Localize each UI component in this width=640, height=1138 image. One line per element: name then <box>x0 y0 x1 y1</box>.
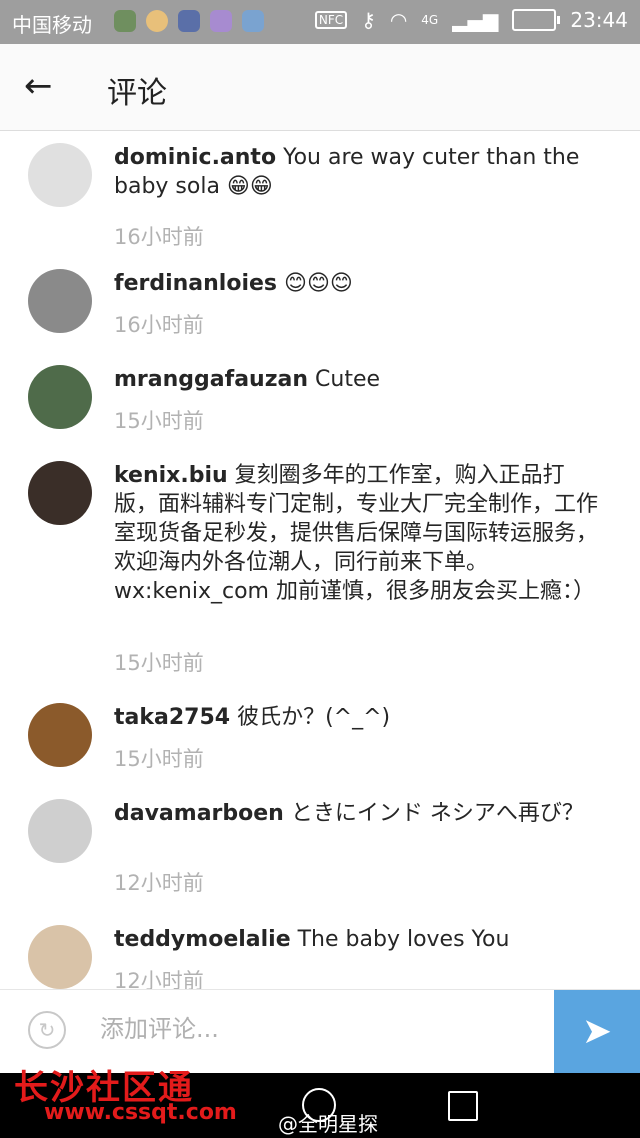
comment-body: 😊😊😊 <box>277 271 353 296</box>
comment-time: 15小时前 <box>114 651 204 675</box>
send-button[interactable]: ➤ <box>554 990 640 1074</box>
avatar[interactable] <box>28 269 92 333</box>
comment-time: 16小时前 <box>114 313 204 337</box>
network-type: 4G <box>421 13 439 27</box>
facebook-icon <box>178 10 200 32</box>
notification-icons <box>114 10 264 32</box>
avatar[interactable] <box>28 703 92 767</box>
comment-body: 彼氏か？(^_^) <box>230 705 391 730</box>
comment-username[interactable]: mranggafauzan <box>114 367 308 392</box>
comment-list[interactable]: dominic.anto You are way cuter than the … <box>0 131 640 989</box>
recent-apps-icon[interactable] <box>448 1091 478 1121</box>
carrier-label: 中国移动 <box>12 13 92 37</box>
comment-username[interactable]: taka2754 <box>114 705 230 730</box>
signal-icon: ▂▄▆ <box>452 8 499 32</box>
comment-username[interactable]: ferdinanloies <box>114 271 277 296</box>
comment-body: Cutee <box>308 367 381 392</box>
comment-text: teddymoelalie The baby loves You <box>114 925 604 954</box>
avatar[interactable] <box>28 143 92 207</box>
comment-text: ferdinanloies 😊😊😊 <box>114 269 604 298</box>
arrow-left-icon[interactable]: ← <box>24 66 53 106</box>
watermark-site-url: www.cssqt.com <box>44 1100 237 1125</box>
globe-icon <box>114 10 136 32</box>
comment-body: ときにインド ネシアへ再び？ <box>283 801 584 826</box>
comment-username[interactable]: davamarboen <box>114 801 284 826</box>
reply-icon[interactable]: ↻ <box>28 1011 66 1049</box>
comment-input[interactable] <box>98 1014 532 1044</box>
app-bar: ← 评论 <box>0 44 640 131</box>
comment-time: 15小时前 <box>114 747 204 771</box>
comment-username[interactable]: dominic.anto <box>114 145 276 170</box>
nfc-icon: NFC <box>314 11 348 29</box>
emoji-icon <box>146 10 168 32</box>
status-bar: 中国移动 NFC ⚷ ◠ 4G ▂▄▆ 23:44 <box>0 0 640 44</box>
clock: 23:44 <box>570 8 628 32</box>
avatar[interactable] <box>28 799 92 863</box>
comment-text: davamarboen ときにインド ネシアへ再び？ <box>114 799 604 828</box>
comment-text: taka2754 彼氏か？(^_^) <box>114 703 604 732</box>
watermark-weibo: @全明星探 <box>278 1112 378 1136</box>
comment-time: 12小时前 <box>114 871 204 895</box>
send-icon: ➤ <box>581 1011 613 1052</box>
avatar[interactable] <box>28 365 92 429</box>
comment-text: mranggafauzan Cutee <box>114 365 604 394</box>
avatar[interactable] <box>28 461 92 525</box>
key-icon: ⚷ <box>361 8 376 32</box>
comment-time: 15小时前 <box>114 409 204 433</box>
gallery-icon <box>210 10 232 32</box>
comment-body: The baby loves You <box>290 927 510 952</box>
avatar[interactable] <box>28 925 92 989</box>
comment-text: kenix.biu 复刻圈多年的工作室，购入正品打版，面料辅料专门定制，专业大厂… <box>114 461 604 606</box>
wifi-app-icon <box>242 10 264 32</box>
comment-time: 16小时前 <box>114 225 204 249</box>
status-right: NFC ⚷ ◠ 4G ▂▄▆ 23:44 <box>314 8 628 32</box>
comment-username[interactable]: teddymoelalie <box>114 927 291 952</box>
comment-text: dominic.anto You are way cuter than the … <box>114 143 604 201</box>
battery-icon <box>512 9 561 31</box>
wifi-icon: ◠ <box>389 8 408 32</box>
page-title: 评论 <box>107 76 167 111</box>
comment-username[interactable]: kenix.biu <box>114 463 228 488</box>
comment-time: 12小时前 <box>114 969 204 989</box>
